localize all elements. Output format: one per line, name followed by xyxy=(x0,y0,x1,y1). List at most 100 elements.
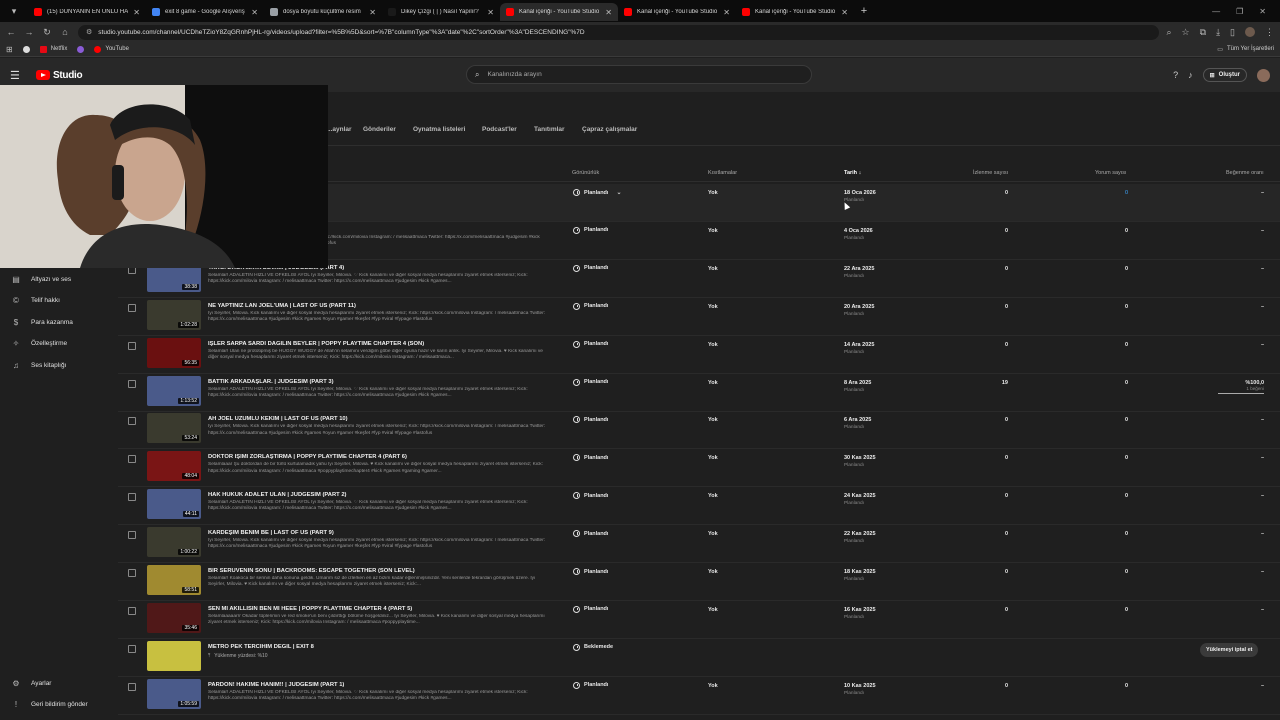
row-checkbox[interactable] xyxy=(128,493,136,502)
browser-tab[interactable]: Dikey Çizgi ( | ) Nasıl Yapılır? ✕ xyxy=(382,3,500,21)
row-checkbox[interactable] xyxy=(128,606,136,615)
visibility-cell[interactable]: Planlandı xyxy=(573,530,608,538)
forward-icon[interactable]: → xyxy=(24,27,34,37)
video-thumbnail[interactable] xyxy=(147,640,201,671)
video-title[interactable]: BİR SERÜVENİN SONU | BACKROOMS: ESCAPE T… xyxy=(208,568,558,574)
row-checkbox[interactable] xyxy=(128,682,136,691)
video-thumbnail[interactable]: 1:00:22 xyxy=(147,527,201,558)
browser-tab[interactable]: Kanal içeriği - YouTube Studio ✕ xyxy=(618,3,736,21)
video-title[interactable]: PARDON! HAKİME HANIM!! | JUDGESIM (PART … xyxy=(208,682,558,688)
comments-cell[interactable]: 0 xyxy=(1098,190,1128,196)
visibility-cell[interactable]: Planlandı xyxy=(573,492,608,500)
browser-tab[interactable]: exit 8 game - Google Alışveriş ✕ xyxy=(146,3,264,21)
table-row[interactable]: 35:46 SEN Mİ AKILLISIN BEN Mİ HEEE | POPP… xyxy=(118,601,1280,639)
sidebar-item-customization[interactable]: ✧ Özelleştirme xyxy=(0,334,118,352)
bookmark-youtube[interactable]: YouTube xyxy=(94,45,129,53)
visibility-cell[interactable]: Planlandı xyxy=(573,378,608,386)
visibility-cell[interactable]: Planlandı xyxy=(573,681,608,689)
close-window-icon[interactable]: ✕ xyxy=(1259,7,1266,16)
row-checkbox[interactable] xyxy=(128,341,136,350)
row-checkbox[interactable] xyxy=(128,417,136,426)
help-icon[interactable]: ? xyxy=(1173,70,1178,80)
url-field[interactable]: ⚙ studio.youtube.com/channel/UCDheTZioY8… xyxy=(78,24,1159,40)
browser-tab[interactable]: Kanal içeriği - YouTube Studio ✕ xyxy=(500,3,618,21)
row-checkbox[interactable] xyxy=(128,455,136,464)
visibility-cell[interactable]: Planlandı xyxy=(573,264,608,272)
table-row[interactable]: 58:51 BİR SERÜVENİN SONU | BACKROOMS: ESC… xyxy=(118,563,1280,601)
create-button[interactable]: ⊞ Oluştur xyxy=(1202,68,1247,82)
tab-podcasts[interactable]: Podcast'ler xyxy=(482,126,517,133)
column-comments[interactable]: Yorum sayısı xyxy=(1095,170,1127,176)
url-text[interactable]: studio.youtube.com/channel/UCDheTZioY8Zq… xyxy=(98,29,1150,36)
video-thumbnail[interactable]: 44:11 xyxy=(147,489,201,520)
apps-icon[interactable]: ⊞ xyxy=(6,45,13,54)
table-row[interactable]: 56:35 İŞLER SARPA SARDI DAĞILIN BEYLER | … xyxy=(118,336,1280,374)
column-visibility[interactable]: Görünürlük xyxy=(572,170,599,176)
browser-tab[interactable]: (15) DÜNYANIN EN ÜNLÜ HACI ✕ xyxy=(28,3,146,21)
tab-close-icon[interactable]: ✕ xyxy=(251,8,258,17)
hamburger-menu-icon[interactable]: ☰ xyxy=(10,69,30,82)
sidebar-item-audio-library[interactable]: ♫ Ses kitaplığı xyxy=(0,356,118,374)
video-title[interactable]: SEN Mİ AKILLISIN BEN Mİ HEEE | POPPY PLA… xyxy=(208,606,558,612)
tab-close-icon[interactable]: ✕ xyxy=(723,8,730,17)
profile-avatar[interactable] xyxy=(1245,27,1255,37)
visibility-cell[interactable]: Planlandı xyxy=(573,416,608,424)
sidebar-item-copyright[interactable]: © Telif hakkı xyxy=(0,291,118,309)
video-title[interactable]: DOKTOR İŞİMİ ZORLAŞTIRMA | POPPY PLAYTIM… xyxy=(208,454,558,460)
row-checkbox[interactable] xyxy=(128,379,136,388)
chevron-down-icon[interactable]: ⌄ xyxy=(616,189,621,196)
tab-lives[interactable]: ...aynlar xyxy=(327,126,352,133)
table-row[interactable]: 53:24 AH JOEL ÜZÜMLÜ KEKİM | LAST OF US (… xyxy=(118,411,1280,450)
column-views[interactable]: İzlenme sayısı xyxy=(973,170,1008,176)
notifications-bell-icon[interactable]: ♪ xyxy=(1188,70,1193,80)
reload-icon[interactable]: ↻ xyxy=(42,27,52,38)
column-likes[interactable]: Beğenme oranı xyxy=(1226,170,1264,176)
tab-posts[interactable]: Gönderiler xyxy=(363,126,396,133)
visibility-cell[interactable]: Planlandı xyxy=(573,454,608,462)
chrome-icon[interactable] xyxy=(22,45,30,53)
visibility-cell[interactable]: Planlandı xyxy=(573,605,608,613)
video-title[interactable]: AH JOEL ÜZÜMLÜ KEKİM | LAST OF US (PART … xyxy=(208,416,558,422)
all-bookmarks[interactable]: ▭ Tüm Yer İşaretleri xyxy=(1217,46,1274,53)
row-checkbox[interactable] xyxy=(128,569,136,577)
tab-close-icon[interactable]: ✕ xyxy=(487,8,494,17)
column-restrictions[interactable]: Kısıtlamalar xyxy=(708,170,737,176)
bookmark-netflix[interactable]: Netflix xyxy=(39,45,67,53)
tab-close-icon[interactable]: ✕ xyxy=(369,8,376,17)
extension-bookmark-icon[interactable] xyxy=(77,45,85,53)
site-info-icon[interactable]: ⚙ xyxy=(86,28,92,36)
table-row[interactable]: 1:00:22 KARDEŞİM BENİM BE | LAST OF US (P… xyxy=(118,525,1280,564)
row-checkbox[interactable] xyxy=(128,531,136,540)
sidebar-item-monetization[interactable]: $ Para kazanma xyxy=(0,313,118,331)
sidebar-icon[interactable]: ▯ xyxy=(1230,27,1235,38)
table-row[interactable]: 1:05:59 PARDON! HAKİME HANIM!! | JUDGESIM… xyxy=(118,677,1280,715)
tab-promotions[interactable]: Tanıtımlar xyxy=(534,126,565,133)
zoom-icon[interactable]: ⌕ xyxy=(1167,27,1172,38)
video-title[interactable]: HAK HUKUK ADALET ULAN | JUDGESIM (PART 2… xyxy=(208,492,558,498)
search-icon[interactable]: ⌕ xyxy=(475,70,479,80)
video-title[interactable]: NE YAPTINIZ LAN JOEL'UMA | LAST OF US (P… xyxy=(208,303,558,309)
row-checkbox[interactable] xyxy=(128,303,136,312)
video-title[interactable]: KARDEŞİM BENİM BE | LAST OF US (PART 9) xyxy=(208,530,558,536)
row-checkbox[interactable] xyxy=(128,644,136,653)
tab-close-icon[interactable]: ✕ xyxy=(605,8,612,17)
extensions-icon[interactable]: ⧉ xyxy=(1200,27,1206,38)
visibility-cell[interactable]: Beklemede xyxy=(573,643,613,651)
video-thumbnail[interactable]: 1:13:52 xyxy=(147,375,201,406)
visibility-cell[interactable]: Planlandı xyxy=(573,302,608,310)
table-row[interactable]: 44:11 HAK HUKUK ADALET ULAN | JUDGESIM (P… xyxy=(118,487,1280,526)
maximize-icon[interactable]: ❐ xyxy=(1236,7,1243,16)
video-title[interactable]: BATTIK ARKADAŞLAR. | JUDGESIM (PART 3) xyxy=(208,379,558,385)
video-thumbnail[interactable]: 35:46 xyxy=(147,602,201,633)
bookmark-star-icon[interactable]: ☆ xyxy=(1182,27,1190,38)
table-row[interactable]: 1:13:52 BATTIK ARKADAŞLAR. | JUDGESIM (PA… xyxy=(118,374,1280,412)
tab-search-icon[interactable]: ▾ xyxy=(0,0,28,22)
video-thumbnail[interactable]: 1:02:28 xyxy=(147,299,201,330)
sidebar-item-subtitles[interactable]: ▤ Altyazı ve ses xyxy=(0,270,118,288)
studio-logo[interactable]: Studio xyxy=(36,70,83,81)
browser-tab[interactable]: Kanal içeriği - YouTube Studio ✕ xyxy=(736,3,854,21)
sidebar-item-settings[interactable]: ⚙ Ayarlar xyxy=(0,674,118,692)
video-title[interactable]: METRO PEK TERCİHİM DEĞİL | EXIT 8 xyxy=(208,644,558,650)
video-thumbnail[interactable]: 1:05:59 xyxy=(147,678,201,709)
table-row[interactable]: 48:04 DOKTOR İŞİMİ ZORLAŞTIRMA | POPPY PL… xyxy=(118,449,1280,488)
